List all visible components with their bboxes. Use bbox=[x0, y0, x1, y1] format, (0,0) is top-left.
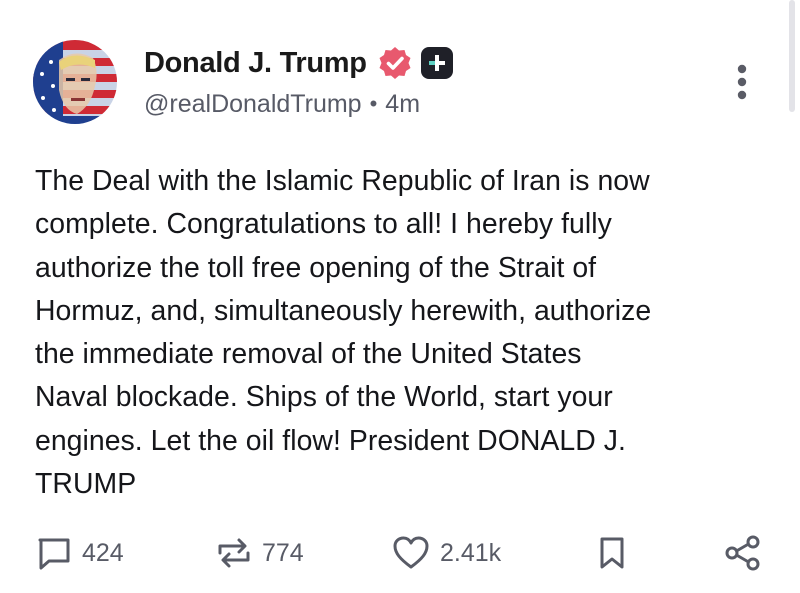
meta-separator: • bbox=[369, 91, 378, 116]
action-bar: 424 774 2.41k bbox=[0, 530, 800, 576]
author-name-row: Donald J. Trump bbox=[144, 44, 453, 82]
repost-count: 774 bbox=[262, 538, 304, 567]
repost-icon bbox=[218, 538, 250, 568]
author-meta-row: @realDonaldTrump • 4m bbox=[144, 88, 420, 120]
repost-button[interactable]: 774 bbox=[216, 530, 304, 576]
avatar[interactable] bbox=[33, 40, 117, 124]
more-options-button[interactable] bbox=[727, 62, 757, 102]
post-body-text: The Deal with the Islamic Republic of Ir… bbox=[35, 165, 652, 501]
verified-badge-icon bbox=[377, 45, 413, 81]
author-handle[interactable]: @realDonaldTrump bbox=[144, 90, 362, 119]
like-button[interactable]: 2.41k bbox=[392, 530, 501, 576]
bookmark-button[interactable] bbox=[597, 530, 627, 576]
post-card: Donald J. Trump @realDonaldTrump • 4m Th bbox=[0, 0, 800, 593]
reply-icon bbox=[38, 538, 70, 570]
reply-count: 424 bbox=[82, 538, 124, 567]
share-button[interactable] bbox=[724, 530, 762, 576]
heart-icon bbox=[393, 536, 429, 569]
reply-button[interactable]: 424 bbox=[36, 530, 124, 576]
share-icon bbox=[725, 535, 760, 571]
scrollbar[interactable] bbox=[789, 0, 795, 112]
author-display-name[interactable]: Donald J. Trump bbox=[144, 47, 367, 80]
like-count: 2.41k bbox=[440, 538, 502, 567]
plus-badge-icon bbox=[420, 47, 453, 79]
post-timestamp[interactable]: 4m bbox=[385, 90, 420, 119]
more-vertical-icon bbox=[737, 64, 747, 100]
bookmark-icon bbox=[600, 537, 624, 569]
